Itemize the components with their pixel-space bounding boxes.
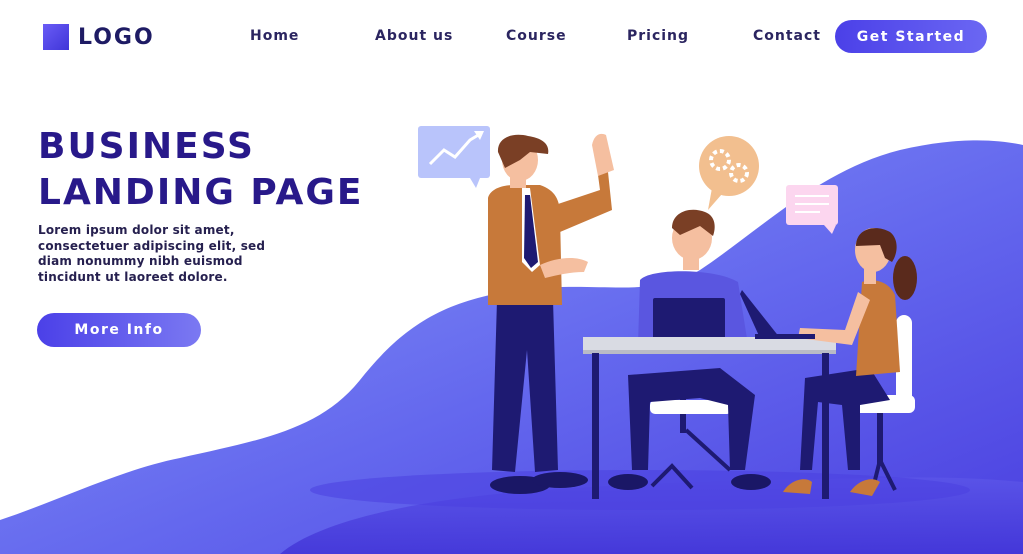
hero-illustration [418,126,917,499]
message-bubble-icon [786,185,838,234]
line-chart-bubble-icon [418,126,490,188]
gears-bubble-icon [699,136,759,210]
